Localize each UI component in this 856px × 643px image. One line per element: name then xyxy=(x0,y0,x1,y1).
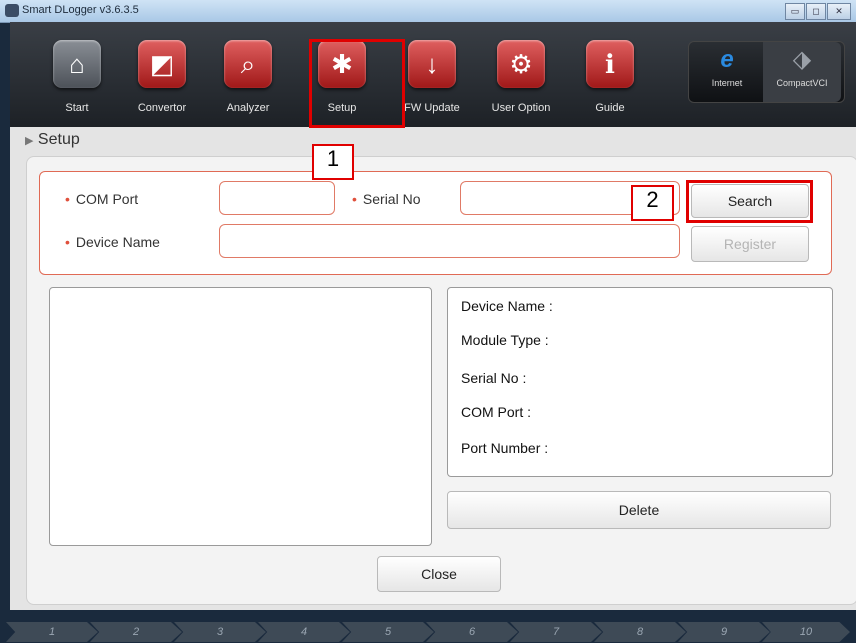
compactvci-label: CompactVCI xyxy=(776,78,828,88)
title-bar: Smart DLogger v3.6.3.5 ▭ ◻ ✕ xyxy=(0,0,856,23)
setup-icon: ✱ xyxy=(318,40,366,88)
register-button[interactable]: Register xyxy=(691,226,809,262)
search-button[interactable]: Search xyxy=(691,184,809,218)
serial-no-label-text: Serial No xyxy=(362,191,421,207)
close-button[interactable]: Close xyxy=(377,556,501,592)
device-list[interactable] xyxy=(49,287,432,546)
device-name-label-text: Device Name xyxy=(75,234,160,250)
toolbar-label: FW Update xyxy=(404,102,460,114)
internet-icon: e xyxy=(720,46,734,73)
step-item: 10 xyxy=(762,622,850,642)
window-title: Smart DLogger v3.6.3.5 xyxy=(22,4,139,16)
info-com-port: COM Port : xyxy=(461,404,532,420)
toolbar-convertor[interactable]: ◩ Convertor xyxy=(126,38,198,124)
info-port-number: Port Number : xyxy=(461,440,549,456)
section-arrow-icon: ▶ xyxy=(25,135,34,147)
toolbar-label: Setup xyxy=(327,102,357,114)
com-port-label-text: COM Port xyxy=(75,191,139,207)
bullet-icon: • xyxy=(65,234,70,250)
device-name-field[interactable] xyxy=(219,224,680,258)
fw-update-icon: ↓ xyxy=(408,40,456,88)
step-item: 6 xyxy=(426,622,518,642)
toolbar-label: Convertor xyxy=(137,102,187,114)
convertor-icon: ◩ xyxy=(138,40,186,88)
internet-label: Internet xyxy=(711,78,743,88)
toolbar-setup[interactable]: ✱ Setup xyxy=(306,38,378,124)
minimize-button[interactable]: ▭ xyxy=(785,3,805,20)
step-item: 2 xyxy=(90,622,182,642)
step-item: 8 xyxy=(594,622,686,642)
home-icon: ⌂ xyxy=(53,40,101,88)
step-item: 4 xyxy=(258,622,350,642)
device-name-label: • Device Name xyxy=(65,234,160,250)
user-option-icon: ⚙ xyxy=(497,40,545,88)
toolbar-label: Start xyxy=(65,102,89,114)
internet-link[interactable]: e Internet xyxy=(697,42,757,102)
step-2-marker: 2 xyxy=(631,185,674,221)
bullet-icon: • xyxy=(65,191,70,207)
step-item: 5 xyxy=(342,622,434,642)
toolbar-start[interactable]: ⌂ Start xyxy=(41,38,113,124)
info-module-type: Module Type : xyxy=(461,332,549,348)
analyzer-icon: ⌕ xyxy=(224,40,272,88)
delete-button[interactable]: Delete xyxy=(447,491,831,529)
web-links-panel: e Internet ⬗ CompactVCI xyxy=(688,41,845,103)
toolbar-label: Analyzer xyxy=(226,102,270,114)
step-item: 3 xyxy=(174,622,266,642)
app-icon xyxy=(5,4,19,17)
guide-icon: ℹ xyxy=(586,40,634,88)
serial-no-label: • Serial No xyxy=(352,191,421,207)
toolbar-label: User Option xyxy=(491,102,551,114)
step-item: 7 xyxy=(510,622,602,642)
section-title-text: Setup xyxy=(37,131,80,148)
toolbar-fw-update[interactable]: ↓ FW Update xyxy=(396,38,468,124)
step-1-marker: 1 xyxy=(312,144,354,180)
toolbar-user-option[interactable]: ⚙ User Option xyxy=(485,38,557,124)
compactvci-link[interactable]: ⬗ CompactVCI xyxy=(763,42,841,102)
compactvci-icon: ⬗ xyxy=(792,46,812,73)
maximize-button[interactable]: ◻ xyxy=(806,3,826,20)
toolbar-analyzer[interactable]: ⌕ Analyzer xyxy=(212,38,284,124)
page-title: ▶ Setup xyxy=(25,131,80,149)
step-item: 9 xyxy=(678,622,770,642)
com-port-label: • COM Port xyxy=(65,191,138,207)
bullet-icon: • xyxy=(352,191,357,207)
close-window-button[interactable]: ✕ xyxy=(827,3,851,20)
toolbar-guide[interactable]: ℹ Guide xyxy=(574,38,646,124)
info-device-name: Device Name : xyxy=(461,298,553,314)
com-port-field[interactable] xyxy=(219,181,335,215)
device-info-panel: Device Name : Module Type : Serial No : … xyxy=(447,287,833,477)
step-item: 1 xyxy=(6,622,98,642)
toolbar-label: Guide xyxy=(595,102,625,114)
info-serial-no: Serial No : xyxy=(461,370,527,386)
step-bar: 1 2 3 4 5 6 7 8 9 10 xyxy=(0,610,856,643)
